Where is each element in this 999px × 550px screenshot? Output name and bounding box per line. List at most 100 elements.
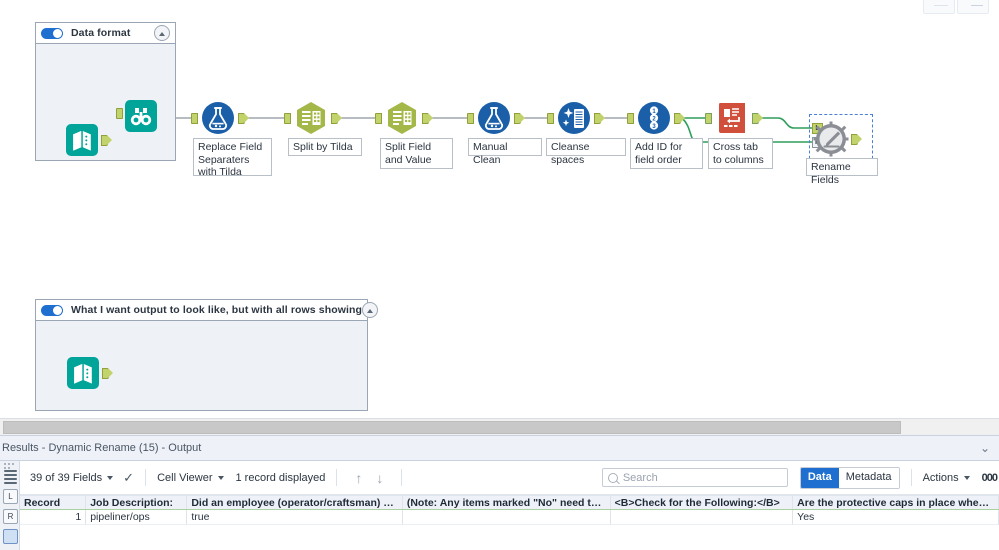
input-data-tool[interactable] bbox=[65, 355, 113, 391]
tool-output-anchor[interactable] bbox=[514, 113, 525, 124]
cross-tab-icon bbox=[719, 103, 745, 133]
tool-label: Manual Clean bbox=[468, 138, 542, 166]
browse-tool[interactable] bbox=[116, 98, 159, 134]
table-header-row: Record Job Description: Did an employee … bbox=[20, 495, 999, 510]
divider bbox=[401, 469, 403, 486]
container-title: What I want output to look like, but wit… bbox=[71, 304, 363, 316]
window-chrome-fragment-a bbox=[923, 0, 955, 14]
column-header[interactable]: (Note: Any items marked "No" need to be … bbox=[403, 496, 611, 509]
rail-left-anchor-button[interactable]: L bbox=[3, 489, 18, 504]
actions-button[interactable]: Actions bbox=[923, 472, 959, 484]
canvas-horizontal-scrollbar[interactable] bbox=[0, 418, 999, 435]
tool-input-anchor[interactable] bbox=[627, 113, 634, 124]
results-data-grid[interactable]: Record Job Description: Did an employee … bbox=[20, 495, 999, 550]
rail-right-anchor-button[interactable]: R bbox=[3, 509, 18, 524]
caret-down-icon[interactable] bbox=[107, 475, 114, 480]
tool-label: Add ID for field order bbox=[630, 138, 703, 169]
chevron-up-icon[interactable] bbox=[154, 25, 170, 41]
cell-record: 1 bbox=[20, 510, 87, 525]
tool-container-data-format[interactable]: Data format bbox=[35, 22, 176, 161]
arrow-up-icon[interactable]: ↑ bbox=[355, 470, 362, 486]
tool-output-anchor[interactable] bbox=[101, 135, 112, 146]
container-enable-toggle[interactable] bbox=[41, 27, 63, 39]
results-panel-header[interactable]: Results - Dynamic Rename (15) - Output ⌄ bbox=[0, 435, 999, 461]
checkmark-icon[interactable]: ✓ bbox=[123, 470, 134, 486]
more-options-icon[interactable]: 000 bbox=[982, 472, 998, 484]
results-toolbar[interactable]: 39 of 39 Fields ✓ Cell Viewer 1 record d… bbox=[20, 461, 999, 495]
tool-input-anchor[interactable] bbox=[191, 113, 198, 124]
search-icon bbox=[607, 472, 618, 483]
tool-output-anchor[interactable] bbox=[422, 113, 433, 124]
caret-down-icon[interactable] bbox=[217, 475, 224, 480]
data-metadata-toggle[interactable]: Data Metadata bbox=[799, 466, 900, 489]
tool-label: Split by Tilda bbox=[288, 138, 362, 156]
tool-output-anchor[interactable] bbox=[238, 113, 249, 124]
tool-input-anchor[interactable] bbox=[116, 108, 123, 119]
column-header[interactable]: <B>Check for the Following:</B> bbox=[611, 496, 794, 509]
text-to-columns-tool-split-by-tilda[interactable] bbox=[284, 100, 342, 136]
chevron-up-icon[interactable] bbox=[362, 302, 379, 318]
arrow-down-icon[interactable]: ↓ bbox=[376, 470, 383, 486]
cell-viewer-label[interactable]: Cell Viewer bbox=[157, 472, 212, 484]
tool-output-anchor[interactable] bbox=[752, 113, 763, 124]
tab-data[interactable]: Data bbox=[800, 467, 839, 488]
results-left-rail[interactable]: L R bbox=[0, 461, 20, 550]
results-panel[interactable]: L R 39 of 39 Fields ✓ Cell Viewer 1 reco… bbox=[0, 461, 999, 550]
window-chrome-fragment-b bbox=[957, 0, 989, 14]
tab-metadata[interactable]: Metadata bbox=[838, 467, 899, 488]
scrollbar-thumb[interactable] bbox=[3, 421, 901, 434]
grid-view-icon[interactable] bbox=[3, 468, 18, 484]
caret-down-icon[interactable] bbox=[963, 475, 970, 480]
container-body[interactable] bbox=[36, 44, 175, 160]
tool-input-anchor[interactable] bbox=[284, 113, 291, 124]
cross-tab-tool[interactable] bbox=[705, 100, 763, 136]
browse-binoculars-icon bbox=[125, 100, 157, 132]
formula-flask-icon bbox=[478, 102, 510, 134]
tool-output-anchor[interactable] bbox=[331, 113, 342, 124]
tool-input-anchor[interactable] bbox=[375, 113, 382, 124]
cell-job-description: pipeliner/ops bbox=[86, 510, 188, 525]
tool-output-anchor[interactable] bbox=[594, 113, 605, 124]
container-header[interactable]: Data format bbox=[36, 23, 175, 44]
tool-label: Split Field and Value bbox=[380, 138, 453, 169]
column-header[interactable]: Record bbox=[20, 496, 87, 509]
search-placeholder: Search bbox=[622, 471, 658, 484]
tool-container-output-preview[interactable]: What I want output to look like, but wit… bbox=[35, 299, 379, 411]
search-input[interactable]: Search bbox=[601, 468, 788, 487]
formula-flask-icon bbox=[202, 102, 234, 134]
tool-input-anchor[interactable] bbox=[705, 113, 712, 124]
chevron-down-icon[interactable]: ⌄ bbox=[980, 442, 990, 454]
tool-input-anchor[interactable] bbox=[467, 113, 474, 124]
tool-output-anchor[interactable] bbox=[851, 134, 862, 145]
formula-tool-replace-separators[interactable] bbox=[191, 100, 249, 136]
container-header[interactable]: What I want output to look like, but wit… bbox=[36, 300, 379, 321]
record-id-tool-add-id[interactable]: 1 2 3 bbox=[627, 100, 685, 136]
column-header[interactable]: Are the protective caps in place when cy… bbox=[793, 496, 999, 509]
cell-col-6: Yes bbox=[793, 510, 999, 525]
tool-label: Rename Fields bbox=[806, 158, 878, 186]
column-header[interactable]: Job Description: bbox=[86, 496, 188, 509]
tool-output-anchor[interactable] bbox=[674, 113, 685, 124]
table-row[interactable]: 1 pipeliner/ops true Yes bbox=[20, 510, 999, 525]
dynamic-rename-tool[interactable] bbox=[813, 121, 862, 157]
container-title: Data format bbox=[71, 27, 131, 39]
tool-input-anchor[interactable] bbox=[547, 113, 554, 124]
cell-col-3: true bbox=[187, 510, 403, 525]
top-window-fragment bbox=[919, 0, 991, 14]
input-data-book-icon bbox=[66, 124, 98, 156]
tool-output-anchor[interactable] bbox=[102, 368, 113, 379]
rail-drag-dots[interactable] bbox=[3, 462, 18, 469]
cell-col-5 bbox=[610, 510, 794, 525]
text-to-columns-tool-split-field-value[interactable] bbox=[375, 100, 433, 136]
formula-tool-manual-clean[interactable] bbox=[467, 100, 525, 136]
data-cleansing-tool-cleanse-spaces[interactable] bbox=[547, 100, 605, 136]
container-body[interactable] bbox=[36, 321, 367, 410]
workflow-canvas[interactable]: Data format What I want output to look l… bbox=[0, 0, 999, 418]
fields-count-label[interactable]: 39 of 39 Fields bbox=[30, 472, 102, 484]
divider bbox=[336, 469, 338, 486]
records-displayed-label: 1 record displayed bbox=[235, 471, 326, 484]
column-header[interactable]: Did an employee (operator/craftsman) acc… bbox=[187, 496, 403, 509]
rail-selected-output-button[interactable] bbox=[3, 529, 18, 544]
container-enable-toggle[interactable] bbox=[41, 304, 63, 316]
input-data-tool[interactable] bbox=[64, 122, 112, 158]
